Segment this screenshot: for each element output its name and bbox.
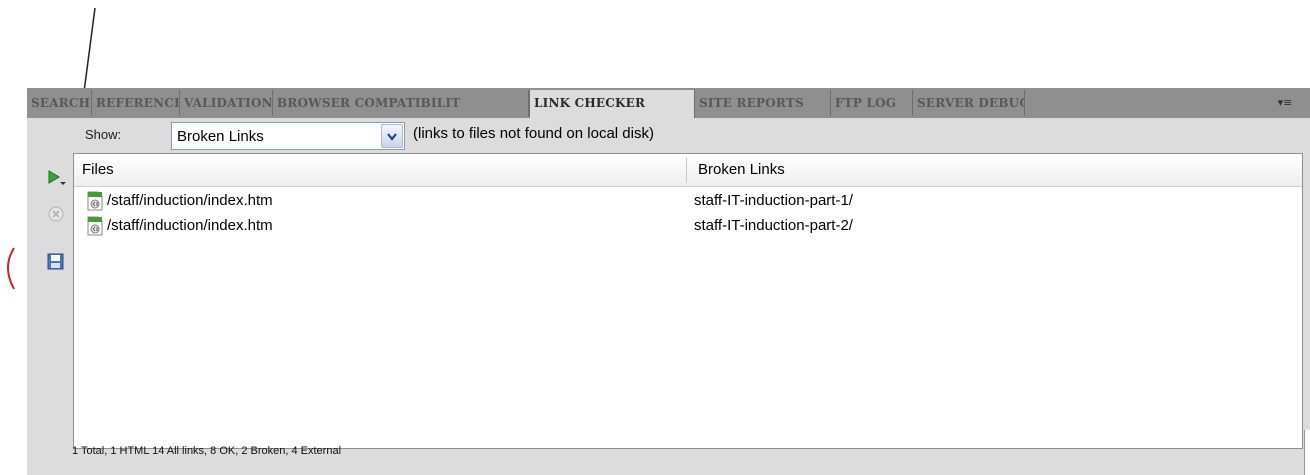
column-header-broken-links[interactable]: Broken Links [698,161,785,178]
results-list: Files Broken Links /staff/induction/inde… [73,153,1303,449]
panel-tabbar: SEARCH REFERENCE VALIDATION BROWSER COMP… [27,88,1310,118]
show-label: Show: [85,127,122,142]
annotation-red-arc [7,247,15,290]
run-check-icon[interactable] [47,169,67,187]
list-header: Files Broken Links [74,154,1302,187]
stop-icon[interactable] [47,205,65,223]
chevron-down-icon[interactable] [381,124,403,148]
tab-validation[interactable]: VALIDATION [180,90,273,116]
tab-site-reports[interactable]: SITE REPORTS [695,90,831,116]
row-broken-link: staff-IT-induction-part-1/ [694,192,853,209]
tab-server-debug[interactable]: SERVER DEBUG [913,90,1025,116]
results-panel: SEARCH REFERENCE VALIDATION BROWSER COMP… [27,88,1310,475]
save-report-icon[interactable] [47,253,65,271]
column-header-files[interactable]: Files [82,161,114,178]
window-edge [1304,430,1310,475]
show-select-value: Broken Links [177,128,264,145]
table-row[interactable]: /staff/induction/index.htm staff-IT-indu… [74,214,1302,239]
table-row[interactable]: /staff/induction/index.htm staff-IT-indu… [74,189,1302,214]
status-bar-text: 1 Total, 1 HTML 14 All links, 8 OK, 2 Br… [72,445,342,457]
row-file-path: /staff/induction/index.htm [107,217,273,234]
tab-link-checker[interactable]: LINK CHECKER [529,90,695,118]
panel-options-menu-icon[interactable]: ▾≡ [1274,95,1296,111]
column-divider[interactable] [686,157,687,183]
html-file-icon [87,216,103,236]
tab-browser-compatibility[interactable]: BROWSER COMPATIBILIT [273,90,529,116]
tab-search[interactable]: SEARCH [27,90,92,116]
html-file-icon [87,191,103,211]
row-file-path: /staff/induction/index.htm [107,192,273,209]
tab-reference[interactable]: REFERENCE [92,90,180,116]
show-select[interactable]: Broken Links [171,122,405,150]
show-description: (links to files not found on local disk) [413,125,654,142]
row-broken-link: staff-IT-induction-part-2/ [694,217,853,234]
annotation-pointer-line [83,7,96,93]
show-filter-row: Show: Broken Links (links to files not f… [27,118,1310,152]
tab-ftp-log[interactable]: FTP LOG [831,90,913,116]
